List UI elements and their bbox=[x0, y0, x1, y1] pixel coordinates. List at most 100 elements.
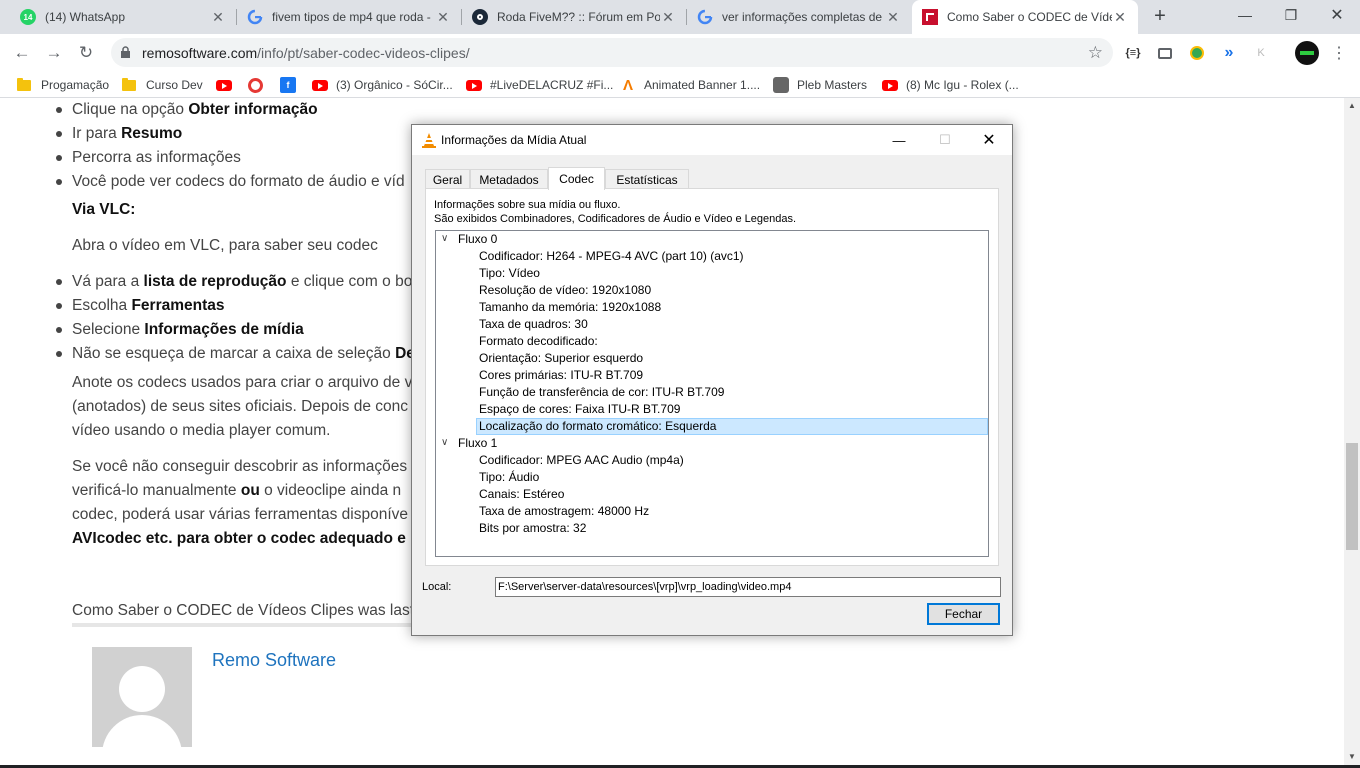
fechar-button[interactable]: Fechar bbox=[927, 603, 1000, 625]
whatsapp-icon: 14 bbox=[20, 9, 36, 25]
tab-google-info[interactable]: ver informações completas de ✕ bbox=[687, 0, 911, 34]
tree-item[interactable]: Canais: Estéreo bbox=[479, 486, 564, 503]
tree-item[interactable]: Taxa de amostragem: 48000 Hz bbox=[479, 503, 649, 520]
bookmark-label: (8) Mc Igu - Rolex (... bbox=[906, 78, 1019, 92]
vlc-media-info-dialog: Informações da Mídia Atual — ☐ ✕ Geral M… bbox=[411, 124, 1013, 636]
bookmark-label: Curso Dev bbox=[146, 78, 203, 92]
tab-codec[interactable]: Codec bbox=[548, 167, 605, 190]
google-icon bbox=[247, 9, 263, 25]
tab-steam-forum[interactable]: Roda FiveM?? :: Fórum em Por ✕ bbox=[462, 0, 686, 34]
location-label: Local: bbox=[422, 581, 452, 593]
list-item: Vá para a lista de reprodução e clique c… bbox=[56, 272, 415, 296]
remo-icon bbox=[922, 9, 938, 25]
tree-item[interactable]: Espaço de cores: Faixa ITU-R BT.709 bbox=[479, 401, 680, 418]
tree-item[interactable]: Resolução de vídeo: 1920x1080 bbox=[479, 282, 651, 299]
address-bar[interactable]: remosoftware.com/info/pt/saber-codec-vid… bbox=[111, 38, 1113, 67]
bookmarks-bar: Progamação Curso Dev f (3) Orgânico - Só… bbox=[0, 71, 1360, 98]
scroll-up-arrow-icon[interactable]: ▲ bbox=[1344, 98, 1360, 114]
close-icon[interactable]: ✕ bbox=[210, 9, 226, 26]
tab-metadados[interactable]: Metadados bbox=[470, 169, 548, 189]
close-icon[interactable]: ✕ bbox=[885, 9, 901, 26]
kaspersky-extension-icon[interactable]: K bbox=[1250, 42, 1272, 64]
codec-info-line: Informações sobre sua mídia ou fluxo. bbox=[434, 199, 621, 211]
profile-avatar[interactable] bbox=[1295, 41, 1319, 65]
tree-item[interactable]: Tamanho da memória: 1920x1088 bbox=[479, 299, 661, 316]
tree-item[interactable]: Taxa de quadros: 30 bbox=[479, 316, 588, 333]
tree-item[interactable]: Codificador: H264 - MPEG-4 AVC (part 10)… bbox=[479, 248, 744, 265]
reload-button[interactable]: ↻ bbox=[73, 40, 99, 66]
codec-panel: Informações sobre sua mídia ou fluxo. Sã… bbox=[425, 188, 999, 566]
bookmark-mc-igu[interactable]: (8) Mc Igu - Rolex (... bbox=[882, 76, 1019, 94]
window-close-button[interactable]: ✕ bbox=[1314, 0, 1360, 30]
bookmark-pleb-masters[interactable]: Pleb Masters bbox=[773, 76, 867, 94]
bookmark-livedelacruz[interactable]: #LiveDELACRUZ #Fi... bbox=[466, 76, 613, 94]
json-viewer-extension-icon[interactable]: {≡} bbox=[1122, 42, 1144, 64]
tree-item[interactable]: Bits por amostra: 32 bbox=[479, 520, 586, 537]
dialog-titlebar[interactable]: Informações da Mídia Atual — ☐ ✕ bbox=[412, 125, 1012, 155]
tree-item[interactable]: Cores primárias: ITU-R BT.709 bbox=[479, 367, 643, 384]
bookmark-animated-banner[interactable]: Λ Animated Banner 1.... bbox=[620, 76, 760, 94]
tab-remo-active[interactable]: Como Saber o CODEC de Víde ✕ bbox=[912, 0, 1138, 34]
dialog-minimize-button[interactable]: — bbox=[876, 125, 922, 155]
paragraph-line: (anotados) de seus sites oficiais. Depoi… bbox=[72, 398, 409, 415]
tree-item[interactable]: Tipo: Vídeo bbox=[479, 265, 540, 282]
bookmark-facebook[interactable]: f bbox=[280, 76, 296, 94]
double-chevron-icon[interactable]: » bbox=[1218, 42, 1240, 64]
page-scrollbar[interactable]: ▲ ▼ bbox=[1344, 98, 1360, 768]
close-icon[interactable]: ✕ bbox=[1112, 9, 1128, 26]
bookmark-star-icon[interactable]: ☆ bbox=[1088, 43, 1103, 63]
tab-geral[interactable]: Geral bbox=[425, 169, 470, 189]
paragraph-line: Anote os codecs usados para criar o arqu… bbox=[72, 374, 413, 391]
lock-icon bbox=[120, 46, 131, 64]
divider bbox=[72, 623, 432, 627]
collapse-chevron-icon[interactable]: ∨ bbox=[441, 233, 448, 244]
bookmark-curso-dev[interactable]: Curso Dev bbox=[122, 76, 203, 94]
tree-stream-1[interactable]: Fluxo 1 bbox=[458, 435, 497, 452]
scroll-thumb[interactable] bbox=[1346, 443, 1358, 550]
url-text[interactable]: remosoftware.com/info/pt/saber-codec-vid… bbox=[142, 45, 470, 61]
dialog-maximize-button[interactable]: ☐ bbox=[922, 125, 968, 155]
screenshot-extension-icon[interactable] bbox=[1154, 42, 1176, 64]
tree-item[interactable]: Orientação: Superior esquerdo bbox=[479, 350, 643, 367]
forward-button[interactable]: → bbox=[41, 40, 67, 66]
tree-item[interactable]: Formato decodificado: bbox=[479, 333, 598, 350]
scroll-down-arrow-icon[interactable]: ▼ bbox=[1344, 749, 1360, 765]
tree-stream-0[interactable]: Fluxo 0 bbox=[458, 231, 497, 248]
close-icon[interactable]: ✕ bbox=[660, 9, 676, 26]
collapse-chevron-icon[interactable]: ∨ bbox=[441, 437, 448, 448]
restore-button[interactable]: ❐ bbox=[1268, 0, 1314, 30]
codec-tree[interactable]: ∨ Fluxo 0 Codificador: H264 - MPEG-4 AVC… bbox=[435, 230, 989, 557]
tab-title: (14) WhatsApp bbox=[45, 10, 126, 24]
opera-icon bbox=[248, 77, 263, 93]
browser-toolbar: ← → ↻ remosoftware.com/info/pt/saber-cod… bbox=[0, 34, 1360, 71]
paragraph-line: codec, poderá usar várias ferramentas di… bbox=[72, 506, 409, 523]
tab-estatisticas[interactable]: Estatísticas bbox=[605, 169, 689, 189]
tree-item[interactable]: Função de transferência de cor: ITU-R BT… bbox=[479, 384, 724, 401]
tab-google-fivem[interactable]: fivem tipos de mp4 que roda - ✕ bbox=[237, 0, 461, 34]
minimize-button[interactable]: — bbox=[1222, 0, 1268, 30]
bookmark-youtube[interactable] bbox=[216, 76, 232, 94]
bookmark-label: Animated Banner 1.... bbox=[644, 78, 761, 92]
tree-item[interactable]: Tipo: Áudio bbox=[479, 469, 539, 486]
earth-extension-icon[interactable] bbox=[1186, 42, 1208, 64]
tree-item-selected[interactable]: Localização do formato cromático: Esquer… bbox=[476, 418, 988, 435]
list-item: Você pode ver codecs do formato de áudio… bbox=[56, 172, 405, 196]
author-link[interactable]: Remo Software bbox=[212, 650, 336, 671]
new-tab-button[interactable]: + bbox=[1150, 6, 1170, 26]
paragraph-line: AVIcodec etc. para obter o codec adequad… bbox=[72, 530, 406, 547]
tab-whatsapp[interactable]: 14 (14) WhatsApp ✕ bbox=[10, 0, 236, 34]
bookmark-organico[interactable]: (3) Orgânico - SóCir... bbox=[312, 76, 453, 94]
bookmark-opera[interactable] bbox=[248, 76, 263, 94]
tab-title: fivem tipos de mp4 que roda - bbox=[272, 10, 431, 24]
close-icon[interactable]: ✕ bbox=[435, 9, 451, 26]
list-item: Selecione Informações de mídia bbox=[56, 320, 415, 344]
dialog-close-button[interactable]: ✕ bbox=[966, 125, 1012, 155]
tree-item[interactable]: Codificador: MPEG AAC Audio (mp4a) bbox=[479, 452, 684, 469]
last-updated-text: Como Saber o CODEC de Vídeos Clipes was … bbox=[72, 602, 415, 619]
menu-dots-icon[interactable]: ⋮ bbox=[1328, 42, 1350, 64]
dialog-title: Informações da Mídia Atual bbox=[441, 133, 587, 147]
pleb-icon bbox=[773, 77, 789, 93]
back-button[interactable]: ← bbox=[9, 40, 35, 66]
bookmark-programacao[interactable]: Progamação bbox=[17, 76, 109, 94]
location-field[interactable]: F:\Server\server-data\resources\[vrp]\vr… bbox=[495, 577, 1001, 597]
